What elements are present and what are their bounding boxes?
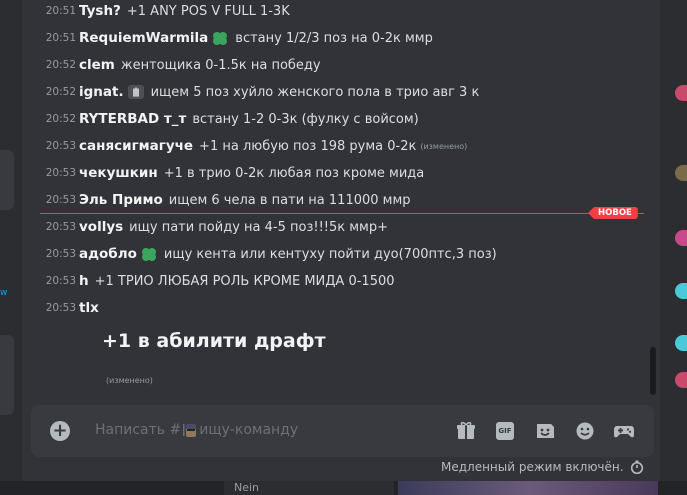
member-avatar[interactable]	[675, 85, 687, 101]
message-content: +1 в трио 0-2к любая поз кроме мида	[163, 165, 425, 181]
message-author[interactable]: RequiemWarmila	[79, 30, 208, 46]
message-author[interactable]: ignat.	[79, 84, 124, 100]
emoji-icon[interactable]	[574, 421, 596, 441]
gif-button[interactable]: GIF	[496, 422, 514, 440]
message-timestamp: 20:52	[45, 59, 76, 71]
clover-badge-icon	[141, 248, 156, 261]
hand-badge-icon	[127, 85, 144, 99]
edited-label: (изменено)	[106, 376, 153, 385]
message-author[interactable]: h	[79, 273, 89, 289]
message[interactable]: 20:52 clem жентощика 0-1.5к на победу	[22, 54, 642, 76]
message[interactable]: 20:53 Эль Примо ищем 6 чела в пати на 11…	[22, 189, 642, 211]
message[interactable]: 20:53 tlx	[22, 297, 642, 319]
message[interactable]: 20:53 чекушкин +1 в трио 0-2к любая поз …	[22, 162, 642, 184]
gamepad-icon[interactable]	[613, 421, 635, 441]
large-message-content: +1 в абилити драфт	[102, 330, 326, 352]
message-content: +1 на любую поз 198 рума 0-2к	[199, 138, 417, 154]
composer-placeholder[interactable]: Написать # ищу-команду	[95, 422, 298, 438]
clover-badge-icon	[213, 32, 228, 45]
sidebar-block	[0, 335, 14, 415]
member-avatar[interactable]	[675, 283, 687, 299]
message-author[interactable]: RYTERBAD т_т	[79, 111, 186, 127]
message-author[interactable]: Эль Примо	[79, 192, 163, 208]
message-timestamp: 20:53	[45, 275, 76, 287]
message-author[interactable]: vollys	[79, 219, 123, 235]
message-content: ищем 5 поз хуйло женского пола в трио ав…	[150, 84, 480, 100]
message-author[interactable]: tlx	[79, 300, 99, 316]
message[interactable]: 20:53 h +1 ТРИО ЛЮБАЯ РОЛЬ КРОМЕ МИДА 0-…	[22, 270, 642, 292]
message-timestamp: 20:52	[45, 113, 76, 125]
member-avatar[interactable]	[675, 165, 687, 181]
message-timestamp: 20:53	[45, 140, 76, 152]
placeholder-prefix: Написать #	[95, 422, 182, 438]
new-messages-divider	[40, 213, 644, 214]
message[interactable]: 20:52 RYTERBAD т_т встану 1-2 0-3к (фулк…	[22, 108, 642, 130]
message-timestamp: 20:52	[45, 86, 76, 98]
message-author[interactable]: clem	[79, 57, 115, 73]
message-list[interactable]: 20:51 Tysh? +1 ANY POS V FULL 1-3K 20:51…	[22, 0, 660, 395]
message-composer[interactable]: + Написать # ищу-команду GIF	[31, 405, 654, 457]
slowmode-indicator: Медленный режим включён.	[441, 460, 644, 474]
sticker-icon[interactable]	[534, 421, 556, 441]
message[interactable]: 20:53 vollys ищу пати пойду на 4-5 поз!!…	[22, 216, 642, 238]
bottom-peek-text: Nein	[234, 481, 260, 494]
bottom-peek: Nein	[224, 481, 394, 495]
member-avatar[interactable]	[675, 372, 687, 388]
message-content: жентощика 0-1.5к на победу	[120, 57, 321, 73]
member-list-edge	[660, 0, 687, 495]
message-author[interactable]: чекушкин	[79, 165, 158, 181]
message-timestamp: 20:53	[45, 302, 76, 314]
channel-sidebar-edge: w	[0, 0, 22, 495]
message-content: ищу пати пойду на 4-5 поз!!!5к ммр+	[129, 219, 389, 235]
message-timestamp: 20:53	[45, 194, 76, 206]
message[interactable]: 20:53 адобло ищу кента или кентуху пойти…	[22, 243, 642, 265]
message-content: встану 1-2 0-3к (фулку с войсом)	[192, 111, 419, 127]
message-content: встану 1/2/3 поз на 0-2к ммр	[235, 30, 433, 46]
bottom-art	[398, 481, 658, 495]
message-timestamp: 20:53	[45, 248, 76, 260]
member-avatar[interactable]	[675, 335, 687, 351]
message-timestamp: 20:53	[45, 167, 76, 179]
message-content: ищу кента или кентуху пойти дуо(700птс,3…	[163, 246, 497, 262]
message-content: ищем 6 чела в пати на 111000 ммр	[168, 192, 411, 208]
message-author[interactable]: Tysh?	[79, 3, 121, 19]
sidebar-peek-text: w	[0, 288, 8, 298]
bottom-edge: Nein	[0, 481, 687, 495]
add-attachment-icon[interactable]: +	[50, 421, 70, 441]
message[interactable]: 20:51 Tysh? +1 ANY POS V FULL 1-3K	[22, 0, 642, 22]
message[interactable]: 20:53 санясигмагуче +1 на любую поз 198 …	[22, 135, 642, 157]
message[interactable]: 20:51 RequiemWarmila встану 1/2/3 поз на…	[22, 27, 642, 49]
message-timestamp: 20:51	[45, 5, 76, 17]
stopwatch-icon	[630, 460, 643, 474]
message-author[interactable]: санясигмагуче	[79, 138, 193, 154]
sidebar-block	[0, 150, 14, 210]
scrollbar-thumb[interactable]	[650, 347, 656, 395]
slowmode-text: Медленный режим включён.	[441, 460, 624, 474]
member-avatar[interactable]	[675, 230, 687, 246]
placeholder-channel: ищу-команду	[199, 422, 299, 438]
gift-icon[interactable]	[455, 421, 477, 441]
message-timestamp: 20:51	[45, 32, 76, 44]
message-content: +1 ANY POS V FULL 1-3K	[126, 3, 290, 19]
edited-label: (изменено)	[420, 141, 468, 151]
message-author[interactable]: адобло	[79, 246, 137, 262]
channel-emoji-icon	[183, 424, 197, 437]
message-content: +1 ТРИО ЛЮБАЯ РОЛЬ КРОМЕ МИДА 0-1500	[94, 273, 395, 289]
message-timestamp: 20:53	[45, 221, 76, 233]
message[interactable]: 20:52 ignat. ищем 5 поз хуйло женского п…	[22, 81, 642, 103]
